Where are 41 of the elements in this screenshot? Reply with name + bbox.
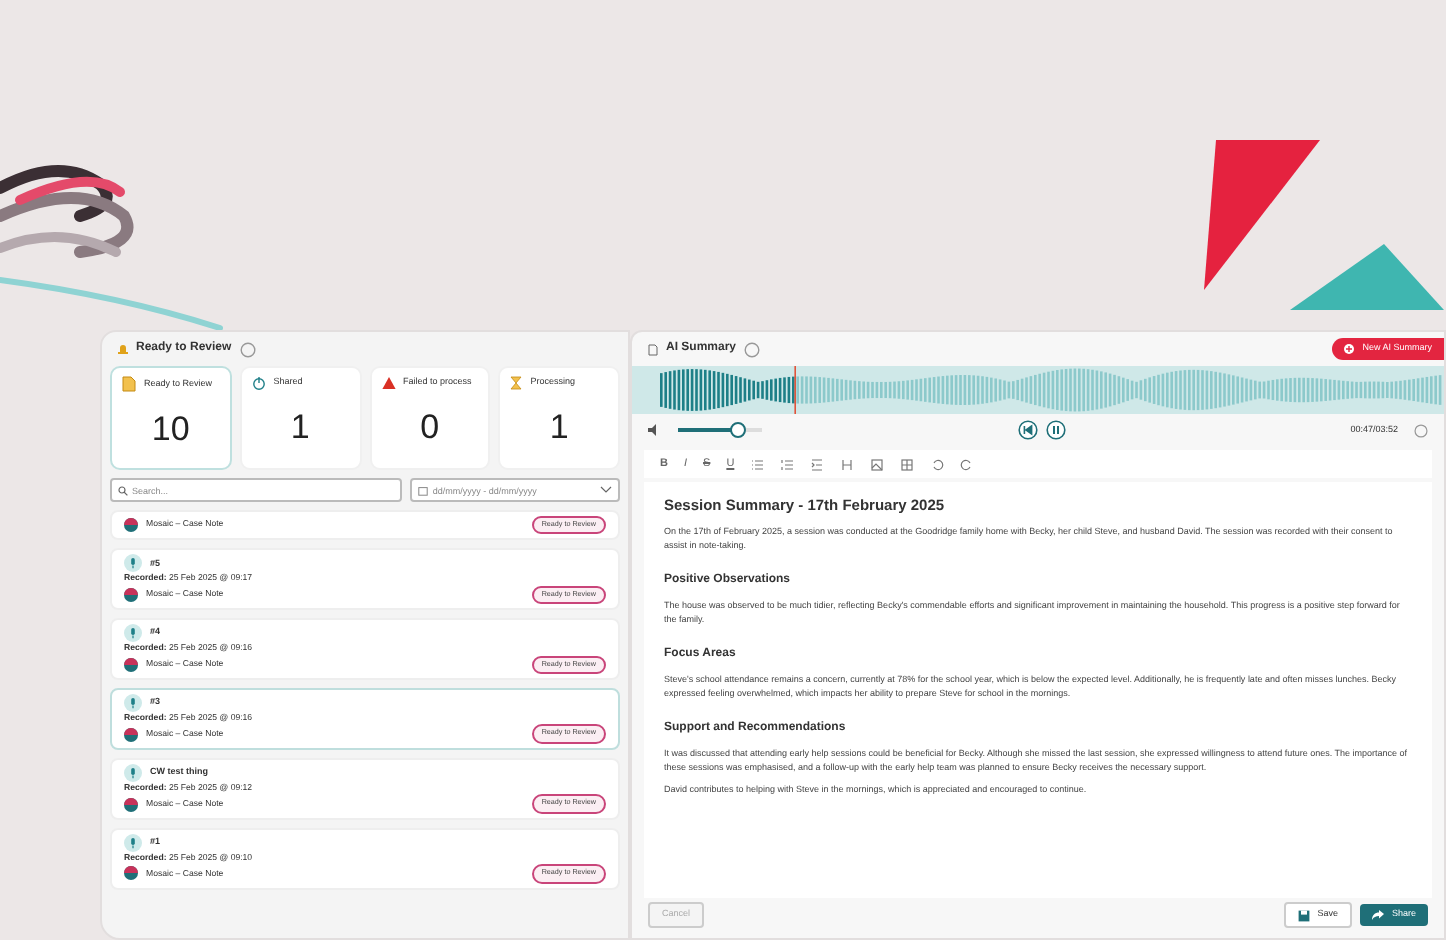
help-icon[interactable]	[239, 341, 256, 357]
search-icon	[118, 485, 128, 495]
microphone-icon	[124, 624, 142, 643]
bell-icon	[118, 343, 128, 355]
document-icon	[122, 376, 136, 392]
circle-logo-icon	[124, 797, 138, 811]
indent-icon[interactable]	[810, 457, 825, 471]
circle-logo-icon	[124, 518, 138, 533]
document-icon	[648, 343, 658, 355]
microphone-icon	[124, 833, 142, 852]
table-icon[interactable]	[900, 457, 915, 471]
slider-thumb[interactable]	[730, 422, 747, 438]
share-arrow-icon	[1371, 910, 1384, 920]
count: 10	[151, 410, 190, 448]
calendar-icon	[418, 485, 429, 495]
circle-logo-icon	[124, 588, 138, 603]
circle-logo-icon	[124, 866, 138, 881]
count: 1	[549, 408, 569, 446]
redo-icon[interactable]	[960, 457, 975, 471]
warning-icon	[381, 376, 395, 390]
chevron-down-icon	[600, 486, 612, 494]
help-icon[interactable]	[1414, 423, 1428, 437]
save-icon	[1297, 909, 1310, 921]
undo-icon[interactable]	[930, 457, 945, 471]
bulleted-list-icon[interactable]	[750, 457, 765, 471]
circle-logo-icon	[124, 657, 138, 672]
heading-icon[interactable]	[840, 457, 855, 471]
image-icon[interactable]	[870, 457, 885, 471]
microphone-icon	[124, 763, 142, 782]
microphone-icon	[124, 554, 142, 573]
count: 0	[420, 408, 440, 446]
numbered-list-icon[interactable]	[780, 457, 795, 471]
circle-logo-icon	[124, 727, 138, 742]
hourglass-icon	[510, 376, 523, 390]
help-icon[interactable]	[744, 341, 761, 357]
plus-icon	[1344, 344, 1355, 354]
microphone-icon	[124, 694, 142, 713]
speaker-icon[interactable]	[648, 424, 662, 436]
skip-back-icon[interactable]	[1018, 420, 1038, 440]
count: 1	[290, 408, 310, 446]
pause-icon[interactable]	[1046, 420, 1066, 440]
